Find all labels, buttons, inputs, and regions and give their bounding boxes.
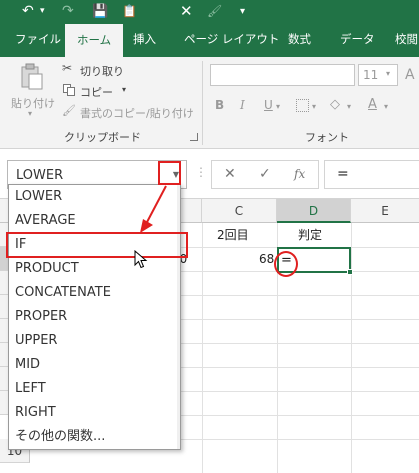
mouse-cursor-icon <box>134 250 148 269</box>
annotation-arrow <box>140 185 167 233</box>
